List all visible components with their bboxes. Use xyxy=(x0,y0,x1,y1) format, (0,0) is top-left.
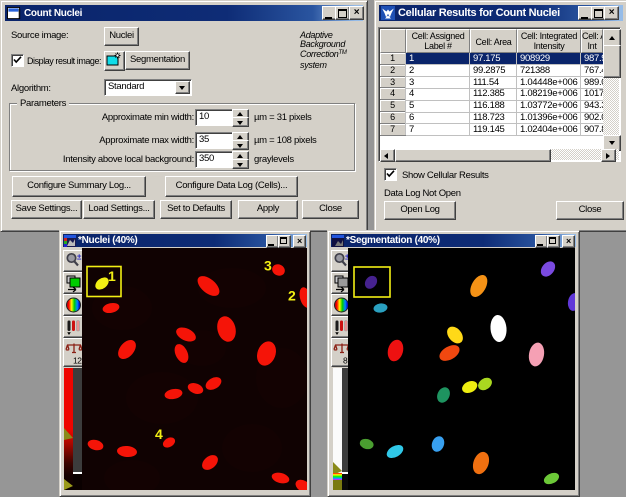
svg-text:12: 12 xyxy=(73,356,82,366)
svg-text:4: 4 xyxy=(155,426,163,442)
svg-text:3: 3 xyxy=(264,258,272,274)
svg-text:2: 2 xyxy=(288,288,296,304)
svg-text:1: 1 xyxy=(108,268,116,284)
